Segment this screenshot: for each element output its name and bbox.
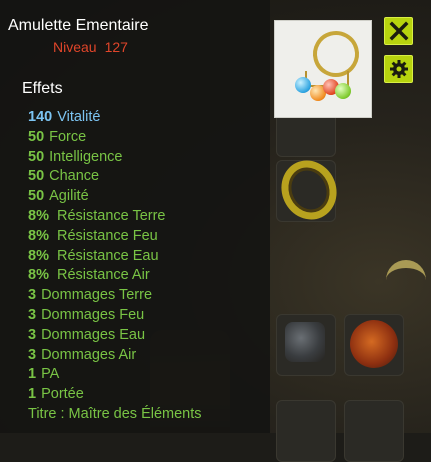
effect-line: 3 Dommages Terre [28,287,153,304]
effect-line: 8% Résistance Terre [28,207,166,224]
inventory-slot[interactable] [276,400,336,462]
effect-line: 50 Chance [28,168,100,185]
close-button[interactable] [384,17,413,45]
item-name: Amulette Ementaire [8,17,149,34]
settings-button[interactable] [384,55,413,83]
effect-line: 50 Intelligence [28,148,123,165]
item-image-frame [274,20,372,118]
effect-line: 8% Résistance Air [28,267,150,284]
effect-line: 50 Force [28,128,87,145]
axe-item-icon[interactable] [285,322,325,362]
effect-line: 1 PA [28,366,60,383]
blue-gem-icon [295,77,311,93]
effect-line: 1 Portée [28,386,84,403]
close-x-icon [389,21,408,41]
level-value: 127 [104,39,128,55]
shield-item-icon[interactable] [350,320,398,368]
inventory-slot[interactable] [344,400,404,462]
curved-arrow-icon [386,260,426,296]
level-label: Niveau [53,39,97,55]
effect-line: 8% Résistance Feu [28,227,158,244]
item-level: Niveau 127 [53,39,128,55]
effects-header: Effets [22,80,63,97]
effect-line: 50 Agilité [28,188,89,205]
effect-line: 8% Résistance Eau [28,247,159,264]
effect-line: 3 Dommages Eau [28,326,146,343]
green-gem-icon [335,83,351,99]
effect-line: 3 Dommages Feu [28,306,145,323]
title-reward-line: Titre : Maître des Éléments [28,405,202,422]
gear-icon [389,60,408,78]
effect-line: 140 Vitalité [28,109,101,125]
effects-list: 140 Vitalité 50 Force 50 Intelligence 50 Cha… [28,108,202,425]
effect-line: 3 Dommages Air [28,346,137,363]
item-tooltip: Amulette Ementaire Niveau 127 Effets 140 V… [0,0,270,433]
